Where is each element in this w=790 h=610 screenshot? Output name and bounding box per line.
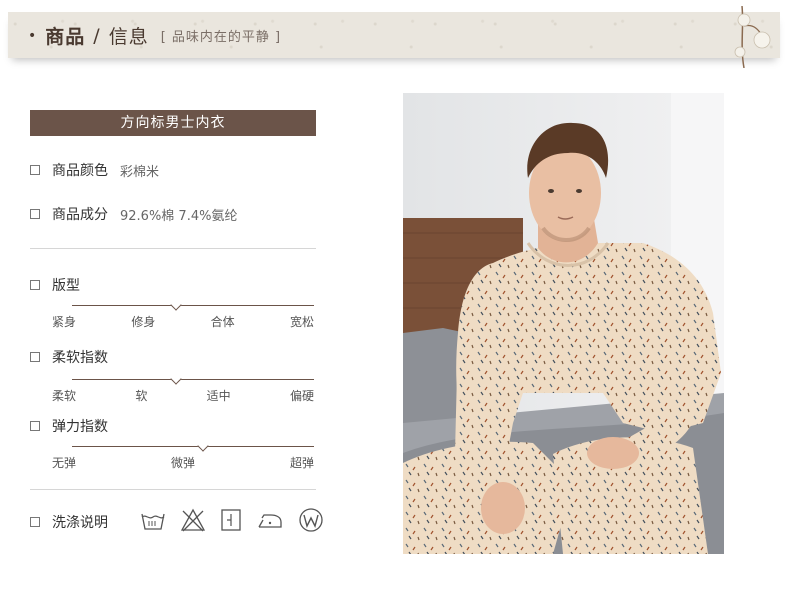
scale-softness-label: 柔软指数 [52,350,108,366]
divider-line [30,489,316,490]
scale-track [72,305,314,306]
divider-line [30,248,316,249]
spec-composition-value: 92.6%棉 7.4%氨纶 [120,208,238,224]
scale-tick: 偏硬 [289,389,314,403]
scale-tick: 柔软 [52,389,77,403]
scale-fit-label: 版型 [52,278,80,294]
scale-tick: 宽松 [289,315,314,329]
line-dry-icon [221,509,241,531]
spec-color-value: 彩棉米 [120,164,160,180]
scale-row-softness: 柔软指数 [30,347,108,367]
product-name-bar: 方向标男士内衣 [30,110,316,136]
scale-row-fit: 版型 [30,275,80,295]
wet-clean-icon [299,508,323,532]
scale-row-elasticity: 弹力指数 [30,416,108,436]
scale-pointer-icon [170,299,182,311]
section-title: • 商品 / 信息 [ 品味内在的平静 ] [28,22,281,49]
scale-tick: 软 [135,389,148,403]
checkbox-square-icon [30,165,40,175]
wash-row: 洗涤说明 [30,512,108,532]
checkbox-square-icon [30,517,40,527]
spec-color-label: 商品颜色 [52,163,108,179]
scale-tick: 适中 [206,389,231,403]
scale-ticks: 柔软 软 适中 偏硬 [52,387,314,404]
title-main: 商品 [45,26,86,48]
checkbox-square-icon [30,280,40,290]
scale-tick: 紧身 [52,315,77,329]
title-tagline: [ 品味内在的平静 ] [160,30,282,45]
scale-tick: 合体 [210,315,235,329]
checkbox-square-icon [30,421,40,431]
scale-elasticity-label: 弹力指数 [52,419,108,435]
wash-30-icon [141,513,165,530]
scale-tick: 超弹 [289,456,314,470]
title-sub: 信息 [108,26,149,48]
wash-label: 洗涤说明 [52,515,108,531]
bullet-dot-icon: • [28,27,38,44]
checkbox-square-icon [30,209,40,219]
title-separator: / [93,24,101,47]
product-photo [403,93,724,554]
wash-icons [140,507,324,533]
cotton-branch-icon [734,6,771,68]
iron-low-icon [258,514,282,528]
scale-pointer-icon [170,373,182,385]
spec-composition-label: 商品成分 [52,207,108,223]
section-header-banner: • 商品 / 信息 [ 品味内在的平静 ] [8,6,780,68]
scale-tick: 修身 [131,315,156,329]
scale-ticks: 无弹 微弹 超弹 [52,454,314,471]
scale-track [72,379,314,380]
scale-ticks: 紧身 修身 合体 宽松 [52,313,314,330]
checkbox-square-icon [30,352,40,362]
spec-row-color: 商品颜色 彩棉米 [30,160,159,180]
scale-tick: 无弹 [52,456,77,470]
scale-pointer-icon [197,440,209,452]
model-illustration-icon [403,93,724,554]
scale-track [72,446,314,447]
no-bleach-icon [180,508,206,532]
scale-tick: 微弹 [170,456,195,470]
spec-row-composition: 商品成分 92.6%棉 7.4%氨纶 [30,204,237,224]
